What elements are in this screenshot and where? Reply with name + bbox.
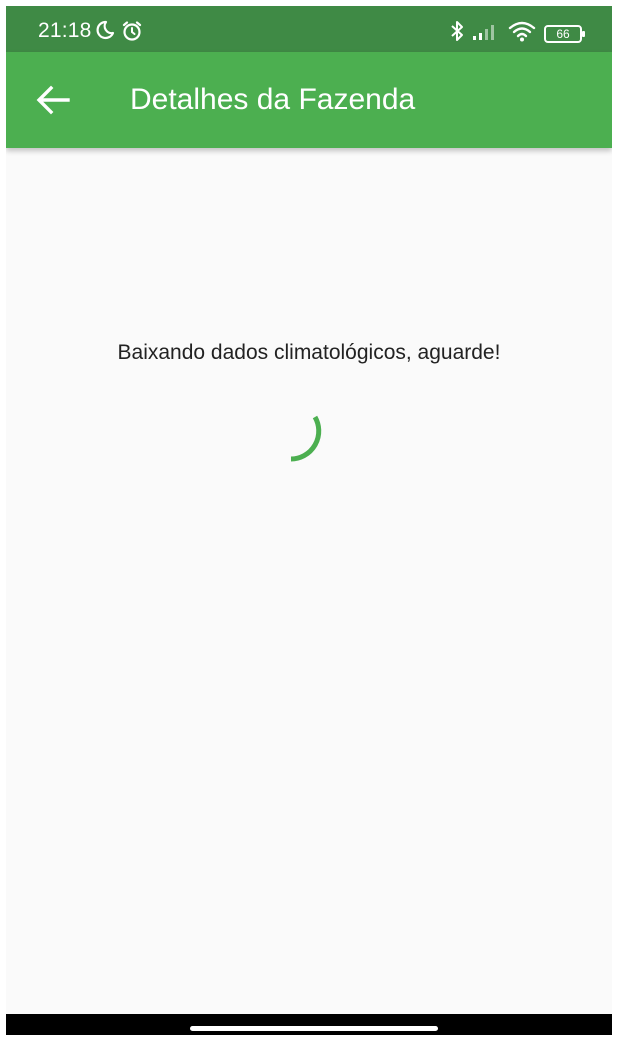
alarm-icon [121, 20, 143, 47]
app-screen: 21:18 66 Detalhes da Fazenda Baixando da… [6, 6, 612, 1035]
system-nav-bar [6, 1014, 612, 1035]
signal-icon [472, 21, 500, 46]
status-right-icons: 66 [450, 20, 586, 47]
content-area: Baixando dados climatológicos, aguarde! [6, 148, 612, 1014]
app-bar: Detalhes da Fazenda [6, 52, 612, 148]
status-time: 21:18 [38, 19, 92, 42]
battery-level: 66 [556, 26, 570, 41]
page-title: Detalhes da Fazenda [130, 83, 416, 116]
status-left-icons [95, 20, 143, 47]
loading-message: Baixando dados climatológicos, aguarde! [117, 341, 501, 364]
back-arrow-icon[interactable] [34, 83, 72, 117]
status-bar: 21:18 66 [6, 6, 612, 52]
loading-spinner [282, 412, 348, 478]
wifi-icon [508, 20, 536, 47]
moon-icon [95, 20, 115, 47]
home-indicator[interactable] [190, 1026, 438, 1031]
bluetooth-icon [450, 20, 464, 47]
battery-icon: 66 [544, 24, 586, 44]
